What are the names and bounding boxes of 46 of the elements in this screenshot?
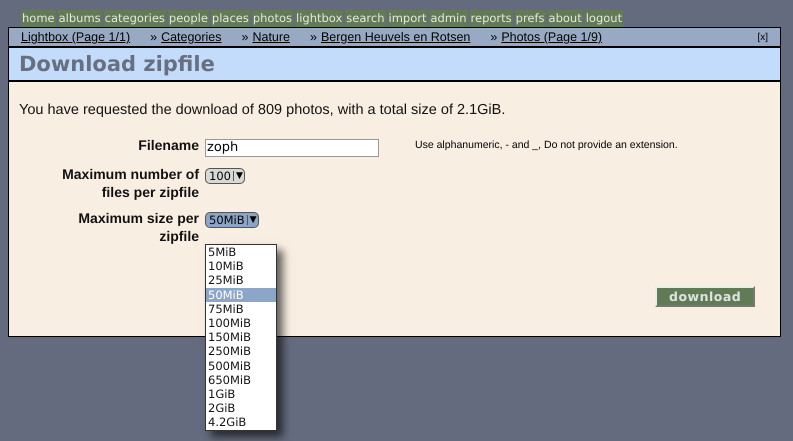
close-link[interactable]: [x] (757, 32, 768, 42)
files-dropdown[interactable]: 100 ▼ (205, 168, 245, 184)
field-label: Maximum size per zipfile (77, 208, 199, 244)
menu-link[interactable]: prefs (514, 10, 546, 27)
separator: » (150, 30, 158, 44)
menu-link[interactable]: people (168, 10, 209, 27)
menu-link[interactable]: home (21, 10, 56, 27)
menu-link[interactable]: logout (584, 10, 624, 27)
menu-link[interactable]: import (388, 10, 428, 27)
dropdown-option[interactable]: 150MiB (206, 330, 276, 344)
breadcrumb-link[interactable]: Photos (Page 1/9) (501, 30, 602, 44)
filename-field[interactable]: zoph (205, 138, 379, 156)
menu-link[interactable]: categories (104, 10, 166, 27)
breadcrumb-link[interactable]: Categories (161, 30, 222, 44)
download-message: You have requested the download of 809 photos, with a total size of 2.1GiB. (19, 102, 506, 118)
separator: » (490, 30, 498, 44)
field-label: Maximum number of files per zipfile (61, 164, 199, 200)
separator: » (310, 30, 317, 44)
dropdown-option[interactable]: 100MiB (206, 316, 276, 330)
page-title: Download zipfile (19, 52, 215, 76)
field-label: Filename (137, 136, 199, 155)
separator: » (242, 30, 248, 44)
dropdown-option[interactable]: 75MiB (206, 302, 276, 316)
breadcrumb-link[interactable]: Bergen Heuvels en Rotsen (320, 30, 470, 44)
menu-link[interactable]: places (210, 10, 250, 27)
download-button[interactable]: download (655, 286, 756, 307)
menu-link[interactable]: photos (252, 10, 294, 27)
dropdown-option[interactable]: 250MiB (206, 344, 276, 359)
dropdown-option[interactable]: 500MiB (206, 358, 276, 373)
menu-link[interactable]: albums (58, 10, 102, 27)
dropdown-option[interactable]: 25MiB (206, 273, 276, 288)
dropdown-option[interactable]: 10MiB (206, 259, 276, 274)
size-dropdown[interactable]: 50MiB ▼ (205, 212, 259, 228)
menu-link[interactable]: about (548, 10, 583, 27)
menu-link[interactable]: reports (470, 10, 513, 27)
dropdown-option[interactable]: 650MiB (206, 372, 276, 388)
dropdown-option[interactable]: 1GiB (206, 387, 276, 402)
field-hint: Use alphanumeric, - and _, Do not provide an extension. (415, 138, 679, 153)
dropdown-option[interactable]: 2GiB (206, 401, 276, 416)
breadcrumb-link[interactable]: Nature (252, 30, 290, 44)
breadcrumb-link[interactable]: Lightbox (Page 1/1) (21, 30, 130, 44)
menu-link[interactable]: admin (429, 10, 468, 27)
menu-link[interactable]: lightbox (295, 10, 344, 27)
dropdown-option[interactable]: 4.2GiB (206, 415, 276, 430)
menu-link[interactable]: search (345, 10, 386, 27)
dropdown-option[interactable]: 5MiB (206, 245, 276, 260)
